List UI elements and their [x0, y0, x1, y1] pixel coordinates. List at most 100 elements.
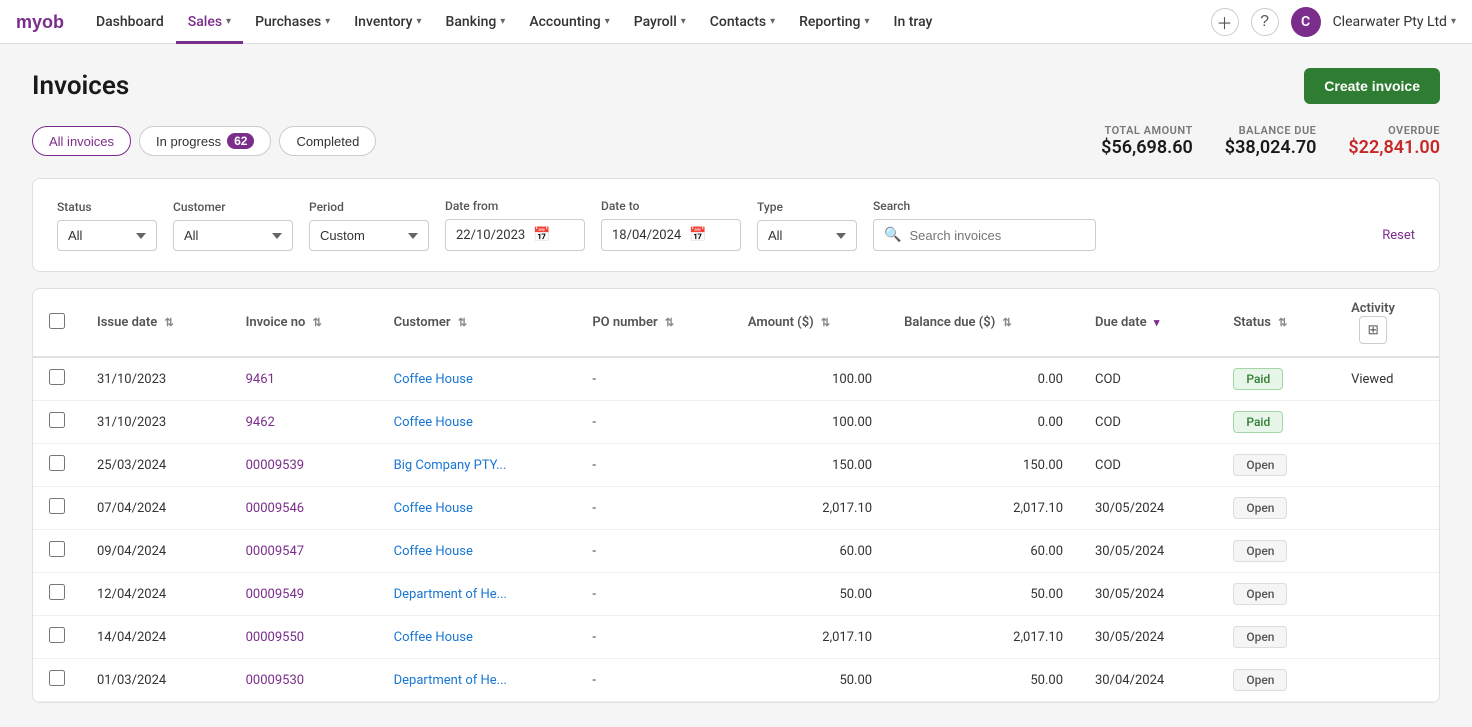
customer-link[interactable]: Coffee House: [394, 501, 473, 516]
col-balance-due[interactable]: Balance due ($) ⇅: [888, 289, 1079, 357]
table-row: 12/04/2024 00009549 Department of He... …: [33, 573, 1439, 616]
col-invoice-no[interactable]: Invoice no ⇅: [230, 289, 378, 357]
nav-right: ＋ ? C Clearwater Pty Ltd ▾: [1211, 7, 1456, 37]
overdue: OVERDUE $22,841.00: [1348, 124, 1440, 158]
reset-link[interactable]: Reset: [1382, 228, 1415, 251]
customer-link[interactable]: Big Company PTY...: [394, 458, 507, 473]
row-amount: 60.00: [732, 530, 888, 573]
row-checkbox[interactable]: [49, 369, 65, 385]
sort-po-icon: ⇅: [665, 316, 674, 329]
table-row: 01/03/2024 00009530 Department of He... …: [33, 659, 1439, 702]
col-status[interactable]: Status ⇅: [1217, 289, 1335, 357]
table-header: Issue date ⇅ Invoice no ⇅ Customer ⇅ PO …: [33, 289, 1439, 357]
row-checkbox[interactable]: [49, 627, 65, 643]
customer-link[interactable]: Coffee House: [394, 372, 473, 387]
user-avatar[interactable]: C: [1291, 7, 1321, 37]
nav-item-payroll[interactable]: Payroll ▾: [622, 0, 698, 44]
balance-due-label: BALANCE DUE: [1225, 124, 1317, 137]
row-checkbox[interactable]: [49, 412, 65, 428]
status-select[interactable]: All Open Paid Draft Overdue: [57, 220, 157, 251]
table-row: 07/04/2024 00009546 Coffee House - 2,017…: [33, 487, 1439, 530]
row-customer: Department of He...: [378, 659, 577, 702]
status-badge: Paid: [1233, 411, 1283, 433]
tab-all-invoices[interactable]: All invoices: [32, 126, 131, 156]
completed-label: Completed: [296, 134, 359, 149]
row-activity: [1335, 616, 1439, 659]
column-settings-button[interactable]: ⊞: [1359, 316, 1387, 344]
customer-link[interactable]: Coffee House: [394, 630, 473, 645]
row-po-number: -: [576, 530, 732, 573]
create-invoice-button[interactable]: Create invoice: [1304, 68, 1440, 104]
add-button[interactable]: ＋: [1211, 8, 1239, 36]
row-po-number: -: [576, 659, 732, 702]
select-all-checkbox[interactable]: [49, 313, 65, 329]
row-activity: [1335, 573, 1439, 616]
row-due-date: COD: [1079, 444, 1217, 487]
customer-link[interactable]: Department of He...: [394, 673, 507, 688]
nav-item-contacts[interactable]: Contacts ▾: [698, 0, 787, 44]
invoice-no-link[interactable]: 9462: [246, 415, 275, 430]
col-issue-date[interactable]: Issue date ⇅: [81, 289, 230, 357]
invoice-no-link[interactable]: 00009549: [246, 587, 304, 602]
tab-completed[interactable]: Completed: [279, 126, 376, 156]
row-due-date: 30/05/2024: [1079, 487, 1217, 530]
row-due-date: 30/05/2024: [1079, 573, 1217, 616]
customer-link[interactable]: Department of He...: [394, 587, 507, 602]
row-po-number: -: [576, 357, 732, 401]
row-checkbox-cell: [33, 401, 81, 444]
nav-item-banking[interactable]: Banking ▾: [434, 0, 518, 44]
payroll-chevron-icon: ▾: [681, 16, 686, 27]
invoice-no-link[interactable]: 00009546: [246, 501, 304, 516]
row-amount: 50.00: [732, 659, 888, 702]
row-customer: Coffee House: [378, 487, 577, 530]
company-selector[interactable]: Clearwater Pty Ltd ▾: [1333, 14, 1456, 30]
row-checkbox[interactable]: [49, 584, 65, 600]
row-checkbox-cell: [33, 573, 81, 616]
search-input[interactable]: [909, 228, 1085, 243]
help-button[interactable]: ?: [1251, 8, 1279, 36]
row-checkbox[interactable]: [49, 498, 65, 514]
row-checkbox-cell: [33, 530, 81, 573]
invoice-no-link[interactable]: 9461: [246, 372, 275, 387]
period-select[interactable]: Custom This month Last month This year: [309, 220, 429, 251]
invoice-no-link[interactable]: 00009547: [246, 544, 304, 559]
col-po-number[interactable]: PO number ⇅: [576, 289, 732, 357]
status-badge: Paid: [1233, 368, 1283, 390]
customer-select[interactable]: All: [173, 220, 293, 251]
col-amount[interactable]: Amount ($) ⇅: [732, 289, 888, 357]
nav-item-sales[interactable]: Sales ▾: [176, 0, 243, 44]
col-due-date[interactable]: Due date ▾: [1079, 289, 1217, 357]
logo[interactable]: myob: [16, 12, 64, 32]
totals-row: TOTAL AMOUNT $56,698.60 BALANCE DUE $38,…: [1101, 124, 1440, 158]
nav-item-reporting[interactable]: Reporting ▾: [787, 0, 881, 44]
row-amount: 2,017.10: [732, 487, 888, 530]
nav-item-accounting[interactable]: Accounting ▾: [517, 0, 621, 44]
row-invoice-no: 9461: [230, 357, 378, 401]
date-from-input[interactable]: 22/10/2023 📅: [445, 219, 585, 251]
customer-link[interactable]: Coffee House: [394, 544, 473, 559]
filter-tabs-row: All invoices In progress 62 Completed TO…: [32, 124, 1440, 158]
col-customer[interactable]: Customer ⇅: [378, 289, 577, 357]
row-checkbox[interactable]: [49, 455, 65, 471]
nav-item-inventory[interactable]: Inventory ▾: [342, 0, 433, 44]
row-status: Open: [1217, 616, 1335, 659]
invoice-no-link[interactable]: 00009530: [246, 673, 304, 688]
row-due-date: 30/05/2024: [1079, 530, 1217, 573]
nav-item-dashboard[interactable]: Dashboard: [84, 0, 176, 44]
tab-in-progress[interactable]: In progress 62: [139, 126, 271, 156]
date-to-input[interactable]: 18/04/2024 📅: [601, 219, 741, 251]
row-amount: 50.00: [732, 573, 888, 616]
type-select[interactable]: All Invoice Credit: [757, 220, 857, 251]
row-checkbox[interactable]: [49, 670, 65, 686]
nav-item-intray[interactable]: In tray: [882, 0, 945, 44]
sort-customer-icon: ⇅: [458, 316, 467, 329]
row-checkbox[interactable]: [49, 541, 65, 557]
row-balance-due: 150.00: [888, 444, 1079, 487]
table-row: 14/04/2024 00009550 Coffee House - 2,017…: [33, 616, 1439, 659]
invoice-no-link[interactable]: 00009550: [246, 630, 304, 645]
invoice-no-link[interactable]: 00009539: [246, 458, 304, 473]
row-activity: Viewed: [1335, 357, 1439, 401]
customer-link[interactable]: Coffee House: [394, 415, 473, 430]
overdue-value: $22,841.00: [1348, 137, 1440, 158]
nav-item-purchases[interactable]: Purchases ▾: [243, 0, 342, 44]
